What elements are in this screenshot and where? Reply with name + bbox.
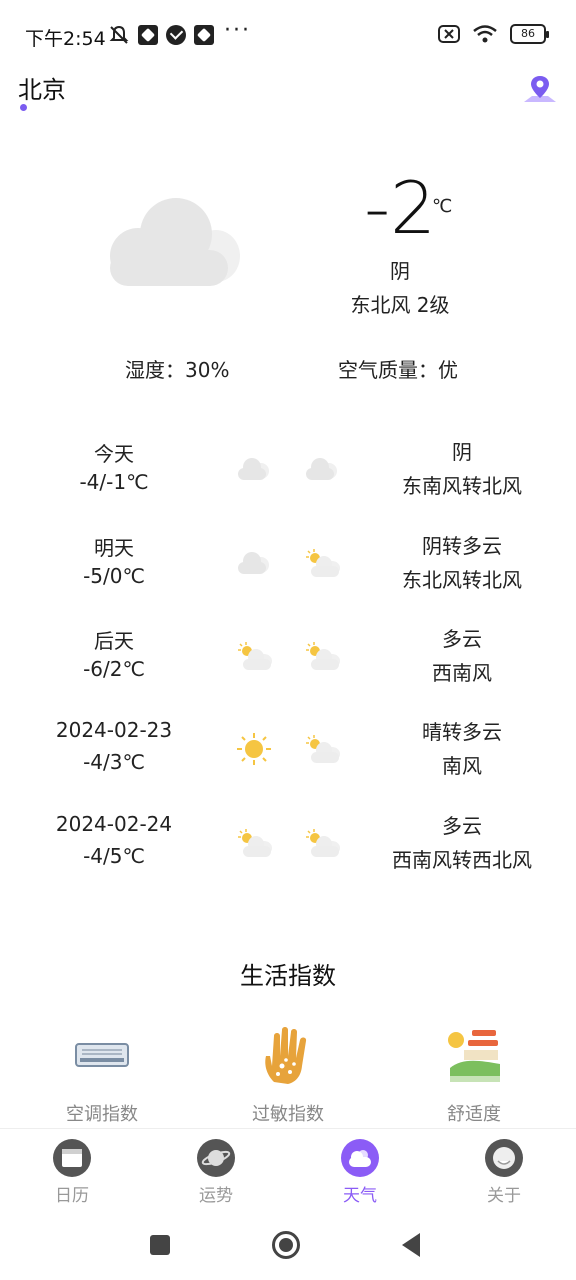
nav-item-fortune[interactable]: 运势 <box>176 1139 256 1206</box>
page-indicator-dot <box>20 104 27 111</box>
recent-apps-button[interactable] <box>150 1235 170 1255</box>
forecast-row: 后天 -6/2℃ 多云西南风 <box>0 625 576 705</box>
partly-cloudy-icon <box>306 642 340 670</box>
forecast-wind: 南风 <box>442 754 482 778</box>
city-name[interactable]: 北京 <box>18 70 66 105</box>
status-time: 下午2:54 <box>25 28 106 50</box>
forecast-temp-range: -6/2℃ <box>83 657 145 681</box>
forecast-date: 今天 <box>94 442 134 466</box>
wifi-icon <box>473 25 497 43</box>
forecast-row: 2024-02-24 -4/5℃ 多云西南风转西北风 <box>0 812 576 892</box>
current-condition: 阴 <box>390 259 410 283</box>
forecast-temp-range: -4/5℃ <box>83 844 145 868</box>
life-index-title: 生活指数 <box>240 962 336 990</box>
calendar-icon <box>53 1139 91 1177</box>
humidity: 湿度：30% <box>125 358 230 382</box>
air-quality: 空气质量：优 <box>338 358 458 382</box>
partly-cloudy-icon <box>306 829 340 857</box>
nav-item-weather[interactable]: 天气 <box>320 1139 400 1206</box>
cloud-icon <box>306 458 337 480</box>
forecast-wind: 西南风转西北风 <box>392 848 532 872</box>
app-icon <box>194 25 214 45</box>
forecast-row: 明天 -5/0℃ 阴转多云东北风转北风 <box>0 532 576 612</box>
forecast-condition: 阴转多云 <box>422 534 502 558</box>
current-wind: 东北风 2级 <box>350 293 450 317</box>
forecast-date: 2024-02-23 <box>55 718 173 742</box>
about-icon <box>485 1139 523 1177</box>
life-item-label: 舒适度 <box>447 1104 501 1125</box>
cloud-icon <box>238 458 269 480</box>
nav-label: 运势 <box>199 1186 233 1206</box>
battery-icon: 86 <box>510 24 549 44</box>
home-button[interactable] <box>272 1231 300 1259</box>
comfort-landscape-icon <box>448 1030 500 1082</box>
forecast-temp-range: -5/0℃ <box>83 564 145 588</box>
planet-icon <box>197 1139 235 1177</box>
nav-label: 天气 <box>343 1186 377 1206</box>
app-icon <box>138 25 158 45</box>
forecast-condition: 阴 <box>452 440 472 464</box>
forecast-condition: 多云 <box>442 814 482 838</box>
weather-icon <box>341 1139 379 1177</box>
bottom-nav: 日历 运势 天气 关于 <box>0 1128 576 1210</box>
forecast-date: 后天 <box>94 629 134 653</box>
cloud-icon <box>238 552 269 574</box>
life-item-label: 过敏指数 <box>252 1104 324 1125</box>
forecast-date: 明天 <box>94 536 134 560</box>
nav-item-calendar[interactable]: 日历 <box>32 1139 112 1206</box>
more-icon: ··· <box>224 18 251 43</box>
check-icon <box>166 25 186 45</box>
cloud-icon <box>110 198 240 286</box>
system-nav-bar <box>0 1210 576 1280</box>
mute-icon <box>109 25 129 44</box>
allergy-hand-icon <box>265 1027 307 1084</box>
forecast-wind: 东北风转北风 <box>402 568 522 592</box>
temperature-unit: ℃ <box>432 196 453 217</box>
life-item-air-conditioner[interactable]: 空调指数 <box>32 1026 172 1126</box>
forecast-wind: 西南风 <box>432 661 492 685</box>
nav-label: 日历 <box>55 1186 89 1206</box>
partly-cloudy-icon <box>238 829 272 857</box>
map-pin-icon[interactable] <box>522 72 558 108</box>
forecast-date: 2024-02-24 <box>55 812 173 836</box>
life-item-allergy[interactable]: 过敏指数 <box>218 1026 358 1126</box>
forecast-row: 今天 -4/-1℃ 阴东南风转北风 <box>0 438 576 518</box>
partly-cloudy-icon <box>238 642 272 670</box>
sim-icon <box>438 25 460 43</box>
current-temperature: -2 <box>364 166 436 250</box>
partly-cloudy-icon <box>306 735 340 763</box>
forecast-temp-range: -4/-1℃ <box>79 470 149 494</box>
forecast-row: 2024-02-23 -4/3℃ 晴转多云南风 <box>0 718 576 798</box>
forecast-condition: 多云 <box>442 627 482 651</box>
back-button[interactable] <box>402 1233 420 1257</box>
life-item-comfort[interactable]: 舒适度 <box>404 1026 544 1126</box>
system-icons: 86 <box>438 24 549 44</box>
notification-icons <box>108 24 214 46</box>
forecast-temp-range: -4/3℃ <box>83 750 145 774</box>
status-bar: 下午2:54 ··· 86 <box>0 0 576 70</box>
sun-icon <box>237 733 271 765</box>
partly-cloudy-icon <box>306 549 340 577</box>
forecast-condition: 晴转多云 <box>422 720 502 744</box>
life-item-label: 空调指数 <box>66 1104 138 1125</box>
weather-screen: 下午2:54 ··· 86 北京 -2 ℃ 阴 东北风 2级 湿度：30% 空气… <box>0 0 576 1280</box>
air-conditioner-icon <box>75 1043 129 1067</box>
nav-item-about[interactable]: 关于 <box>464 1139 544 1206</box>
forecast-wind: 东南风转北风 <box>402 474 522 498</box>
nav-label: 关于 <box>487 1186 521 1206</box>
